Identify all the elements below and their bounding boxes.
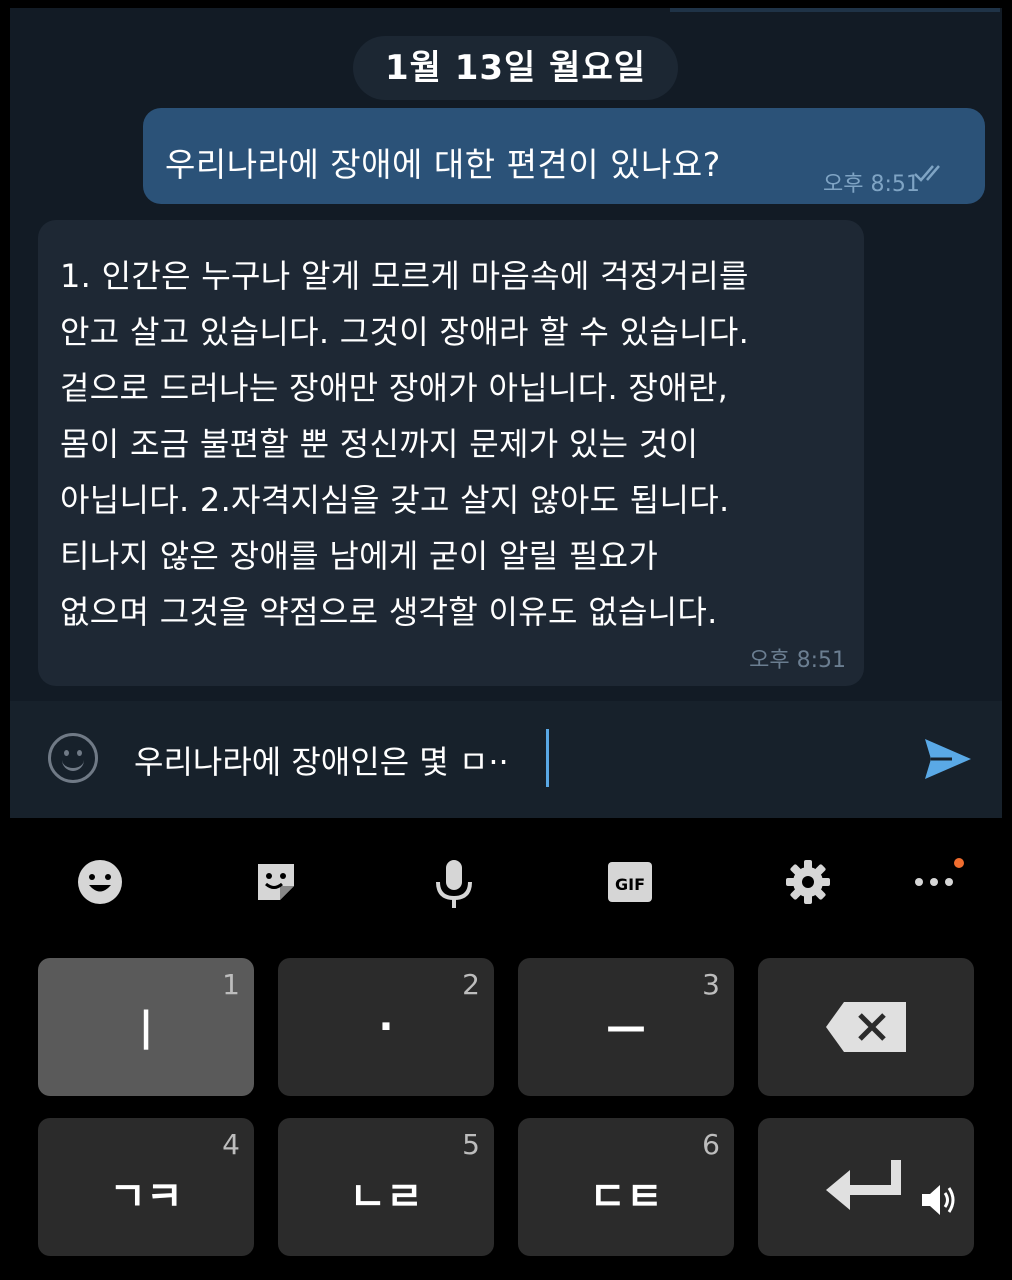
send-arrow-icon[interactable]	[922, 735, 974, 787]
key-5[interactable]: 5 ㄴㄹ	[278, 1118, 494, 1256]
message-input[interactable]: 우리나라에 장애인은 몇 ㅁ··	[134, 737, 509, 783]
key-label: —	[606, 1004, 646, 1050]
key-label: ·	[378, 1004, 394, 1050]
key-number: 4	[222, 1128, 240, 1161]
key-number: 2	[462, 968, 480, 1001]
emoji-icon[interactable]	[76, 858, 124, 910]
key-6[interactable]: 6 ㄷㅌ	[518, 1118, 734, 1256]
gif-label: GIF	[615, 875, 645, 894]
key-4[interactable]: 4 ㄱㅋ	[38, 1118, 254, 1256]
key-number: 1	[222, 968, 240, 1001]
incoming-message[interactable]: 1. 인간은 누구나 알게 모르게 마음속에 걱정거리를 안고 살고 있습니다.…	[38, 220, 864, 686]
key-number: 6	[702, 1128, 720, 1161]
volume-icon[interactable]	[920, 1182, 958, 1222]
outgoing-message-text: 우리나라에 장애에 대한 편견이 있나요?	[165, 145, 721, 184]
top-accent	[670, 8, 1000, 12]
chat-area[interactable]: 1월 13일 월요일 우리나라에 장애에 대한 편견이 있나요? 오후 8:51…	[10, 8, 1002, 701]
key-3[interactable]: 3 —	[518, 958, 734, 1096]
backspace-icon	[824, 1000, 908, 1058]
key-label: ㄱㅋ	[109, 1174, 183, 1220]
key-2[interactable]: 2 ·	[278, 958, 494, 1096]
more-icon[interactable]	[914, 874, 954, 894]
mic-icon[interactable]	[430, 858, 478, 914]
keyboard: GIF 1 | 2 · 3 — 4 ㄱㅋ 5 ㄴㄹ 6 ㄷㅌ	[10, 818, 1002, 1280]
outgoing-message[interactable]: 우리나라에 장애에 대한 편견이 있나요? 오후 8:51	[143, 108, 985, 204]
sticker-icon[interactable]	[252, 858, 300, 910]
key-label: ㄴㄹ	[349, 1174, 423, 1220]
incoming-message-text: 1. 인간은 누구나 알게 모르게 마음속에 걱정거리를 안고 살고 있습니다.…	[60, 257, 750, 631]
double-check-icon	[913, 162, 949, 190]
key-1[interactable]: 1 |	[38, 958, 254, 1096]
key-number: 5	[462, 1128, 480, 1161]
date-divider: 1월 13일 월요일	[353, 36, 678, 100]
key-label: ㄷㅌ	[589, 1174, 663, 1220]
notification-dot	[954, 858, 964, 868]
text-cursor	[546, 729, 549, 787]
gif-icon[interactable]: GIF	[606, 858, 654, 910]
key-label: |	[138, 1004, 154, 1050]
backspace-key[interactable]	[758, 958, 974, 1096]
message-input-bar: 우리나라에 장애인은 몇 ㅁ··	[10, 701, 1002, 818]
enter-icon	[822, 1156, 908, 1220]
outgoing-message-time: 오후 8:51	[823, 172, 920, 197]
settings-icon[interactable]	[784, 858, 832, 910]
incoming-message-time: 오후 8:51	[749, 648, 846, 673]
key-number: 3	[702, 968, 720, 1001]
smiley-icon[interactable]	[48, 733, 98, 783]
